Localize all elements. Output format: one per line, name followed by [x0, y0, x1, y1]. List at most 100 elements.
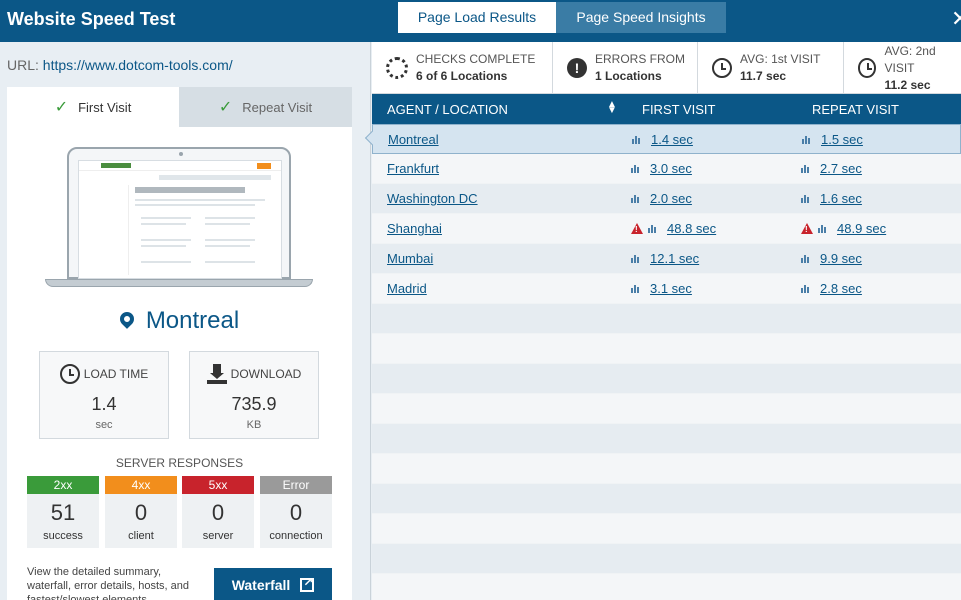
location-link[interactable]: Montreal — [388, 132, 439, 147]
first-visit-link[interactable]: 3.0 sec — [650, 161, 692, 176]
page-screenshot-thumbnail — [45, 147, 313, 295]
preview-line — [205, 239, 255, 241]
first-visit-link[interactable]: 3.1 sec — [650, 281, 692, 296]
tab-page-speed-insights[interactable]: Page Speed Insights — [556, 2, 726, 33]
bar-chart-icon[interactable] — [818, 224, 828, 233]
bar-chart-icon[interactable] — [801, 164, 811, 173]
website-preview — [78, 160, 282, 279]
empty-row — [372, 454, 961, 484]
preview-line — [205, 223, 250, 225]
bar-chart-icon[interactable] — [801, 254, 811, 263]
tab-repeat-visit-label: Repeat Visit — [242, 99, 313, 115]
tab-page-load-results[interactable]: Page Load Results — [398, 2, 556, 33]
results-panel: CHECKS COMPLETE 6 of 6 Locations ! ERROR… — [364, 42, 961, 600]
location-link[interactable]: Mumbai — [387, 251, 433, 266]
repeat-visit-link[interactable]: 2.7 sec — [820, 161, 862, 176]
sort-icon[interactable]: ▲ ▼ — [607, 100, 617, 116]
location-link[interactable]: Madrid — [387, 281, 427, 296]
response-code: 2xx — [27, 476, 99, 494]
checks-complete: CHECKS COMPLETE 6 of 6 Locations — [372, 42, 553, 94]
url-row: URL: https://www.dotcom-tools.com/ — [7, 57, 233, 73]
preview-banner — [159, 175, 271, 180]
tested-url-link[interactable]: https://www.dotcom-tools.com/ — [43, 57, 233, 73]
errors-from: ! ERRORS FROM 1 Locations — [553, 42, 698, 94]
tab-first-visit-label: First Visit — [78, 99, 132, 115]
tab-repeat-visit[interactable]: ✓ Repeat Visit — [179, 87, 352, 127]
tab-first-visit[interactable]: ✓ First Visit — [7, 87, 179, 127]
table-row[interactable]: Washington DC 2.0 sec 1.6 sec — [372, 184, 961, 214]
close-icon[interactable]: ✕ — [951, 6, 961, 32]
bar-chart-icon[interactable] — [632, 135, 642, 144]
repeat-visit-link[interactable]: 9.9 sec — [820, 251, 862, 266]
table-row[interactable]: Frankfurt 3.0 sec 2.7 sec — [372, 154, 961, 184]
preview-line — [205, 245, 250, 247]
response-code: 4xx — [105, 476, 177, 494]
empty-row — [372, 514, 961, 544]
preview-button — [257, 163, 271, 169]
empty-row — [372, 574, 961, 600]
repeat-visit-link[interactable]: 2.8 sec — [820, 281, 862, 296]
repeat-visit-link[interactable]: 48.9 sec — [837, 221, 886, 236]
response-5xx: 5xx 0 server — [182, 476, 254, 548]
preview-line — [141, 245, 186, 247]
location-card: ✓ First Visit ✓ Repeat Visit Montreal LO… — [7, 87, 352, 600]
server-responses-title: SERVER RESPONSES — [115, 456, 244, 470]
preview-nav — [79, 161, 281, 171]
bar-chart-icon[interactable] — [631, 254, 641, 263]
warning-triangle-icon — [631, 223, 643, 234]
download-unit: KB — [246, 419, 262, 431]
preview-line — [141, 217, 191, 219]
visit-tabs: ✓ First Visit ✓ Repeat Visit — [7, 87, 352, 127]
laptop-base — [45, 279, 313, 287]
bar-chart-icon[interactable] — [631, 194, 641, 203]
load-time-label: LOAD TIME — [83, 367, 149, 381]
first-visit-link[interactable]: 2.0 sec — [650, 191, 692, 206]
check-icon: ✓ — [218, 99, 233, 116]
repeat-visit-link[interactable]: 1.6 sec — [820, 191, 862, 206]
response-count: 51 — [50, 500, 76, 525]
result-tabs: Page Load Results Page Speed Insights — [398, 2, 726, 33]
bar-chart-icon[interactable] — [801, 194, 811, 203]
download-label: DOWNLOAD — [230, 367, 302, 381]
download-metric: DOWNLOAD 735.9 KB — [189, 351, 319, 439]
column-header-location[interactable]: AGENT / LOCATION — [387, 102, 508, 117]
repeat-visit-link[interactable]: 1.5 sec — [821, 132, 863, 147]
empty-row — [372, 484, 961, 514]
download-icon — [206, 364, 227, 384]
bar-chart-icon[interactable] — [631, 284, 641, 293]
preview-line — [141, 261, 191, 263]
app-title: Website Speed Test — [7, 9, 176, 29]
empty-row — [372, 544, 961, 574]
external-link-icon — [300, 575, 315, 592]
first-visit-link[interactable]: 1.4 sec — [651, 132, 693, 147]
empty-row — [372, 304, 961, 334]
location-link[interactable]: Shanghai — [387, 221, 442, 236]
clock-icon — [59, 364, 80, 384]
response-error: Error 0 connection — [260, 476, 332, 548]
table-row[interactable]: Madrid 3.1 sec 2.8 sec — [372, 274, 961, 304]
load-time-unit: sec — [95, 419, 113, 431]
table-row[interactable]: Montreal 1.4 sec 1.5 sec — [364, 124, 961, 154]
first-visit-link[interactable]: 12.1 sec — [650, 251, 699, 266]
bar-chart-icon[interactable] — [801, 284, 811, 293]
column-header-repeat-visit[interactable]: REPEAT VISIT — [812, 102, 899, 117]
errors-value: 1 Locations — [595, 69, 662, 83]
empty-row — [372, 364, 961, 394]
response-label: success — [43, 530, 83, 542]
column-header-first-visit[interactable]: FIRST VISIT — [642, 102, 715, 117]
avg-first-visit: AVG: 1st VISIT 11.7 sec — [698, 42, 844, 94]
response-count: 0 — [289, 500, 303, 525]
preview-line — [141, 223, 186, 225]
location-link[interactable]: Frankfurt — [387, 161, 439, 176]
checks-label: CHECKS COMPLETE — [416, 52, 536, 66]
table-row[interactable]: Mumbai 12.1 sec 9.9 sec — [372, 244, 961, 274]
table-header: AGENT / LOCATION ▲ ▼ FIRST VISIT REPEAT V… — [372, 94, 961, 124]
table-row[interactable]: Shanghai 48.8 sec 48.9 sec — [372, 214, 961, 244]
waterfall-button[interactable]: Waterfall — [214, 568, 332, 600]
first-visit-link[interactable]: 48.8 sec — [667, 221, 716, 236]
bar-chart-icon[interactable] — [631, 164, 641, 173]
location-link[interactable]: Washington DC — [387, 191, 478, 206]
bar-chart-icon[interactable] — [648, 224, 658, 233]
empty-row — [372, 394, 961, 424]
bar-chart-icon[interactable] — [802, 135, 812, 144]
